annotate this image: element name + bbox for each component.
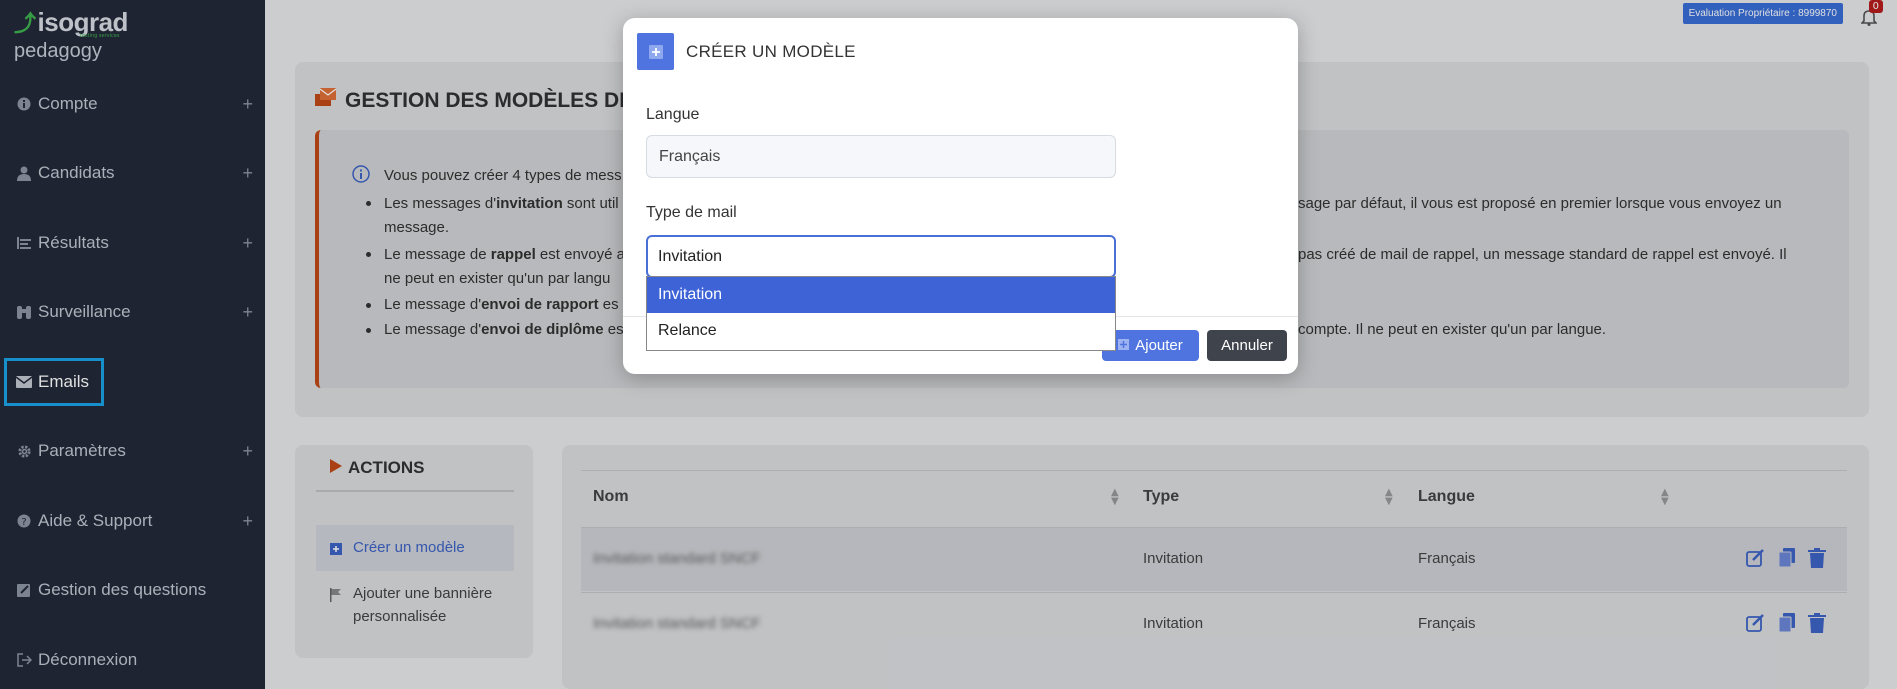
plus-square-icon	[1118, 337, 1130, 354]
cancel-button[interactable]: Annuler	[1207, 330, 1287, 361]
plus-square-icon	[637, 33, 674, 70]
langue-field[interactable]: Français	[646, 135, 1116, 178]
type-mail-label: Type de mail	[646, 204, 737, 221]
option-invitation[interactable]: Invitation	[647, 277, 1115, 313]
modal-title: CRÉER UN MODÈLE	[686, 42, 856, 61]
create-model-modal: CRÉER UN MODÈLE Langue Français Type de …	[623, 18, 1298, 374]
langue-label: Langue	[646, 106, 700, 123]
add-button[interactable]: Ajouter	[1102, 330, 1199, 361]
type-mail-select[interactable]: Invitation	[646, 235, 1116, 278]
type-mail-dropdown: Invitation Relance	[646, 276, 1116, 351]
option-relance[interactable]: Relance	[647, 313, 1115, 349]
